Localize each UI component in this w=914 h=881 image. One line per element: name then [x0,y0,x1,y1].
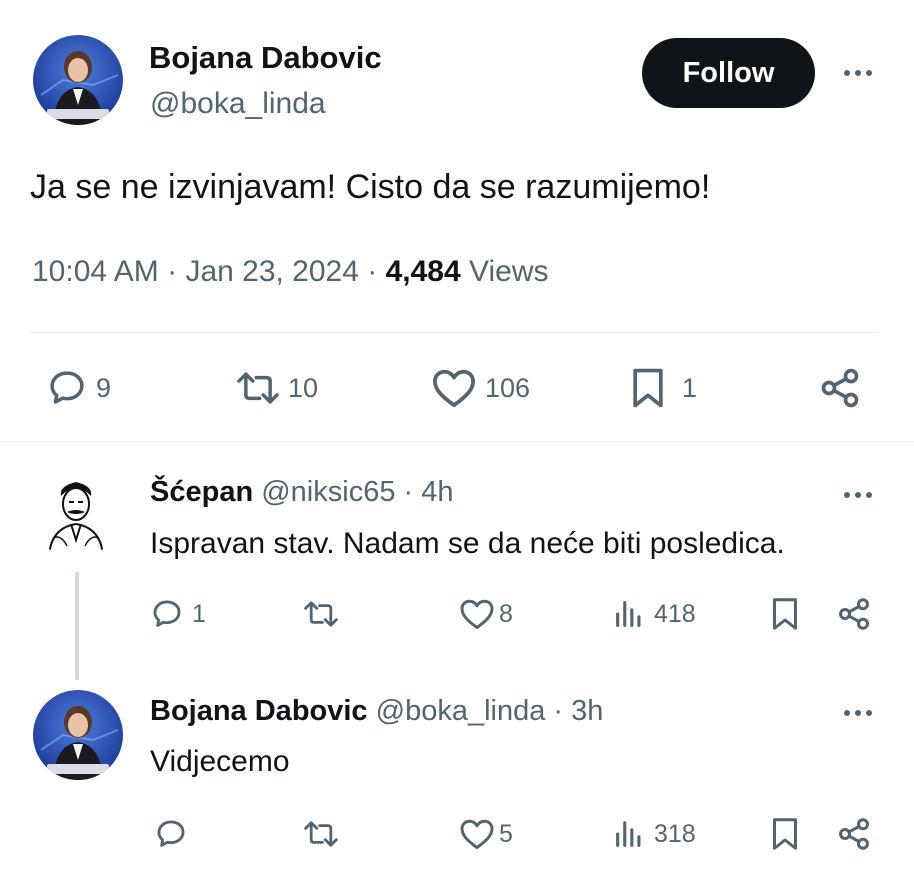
reply-author-handle[interactable]: @boka_linda [376,695,546,727]
author-handle[interactable]: @boka_linda [150,87,326,121]
avatar[interactable] [31,468,121,558]
views-button[interactable]: 318 [612,812,696,856]
more-options-icon[interactable] [838,698,878,728]
reply-icon [46,367,88,409]
bookmark-icon [769,596,801,632]
post-date[interactable]: Jan 23, 2024 [185,255,358,288]
like-count: 5 [499,819,513,848]
repost-button[interactable] [300,812,350,856]
reply-age[interactable]: 4h [421,476,453,508]
views-chart-icon [612,817,646,851]
like-count: 8 [499,599,513,628]
like-button[interactable]: 106 [431,363,530,413]
reply-icon [154,817,188,851]
share-button[interactable] [836,812,872,856]
reply-count: 9 [96,372,112,403]
meta-separator: · [553,695,572,727]
reply-button[interactable]: 1 [150,592,206,636]
views-label: Views [469,255,549,288]
bookmark-button[interactable]: 1 [628,363,697,413]
repost-icon [300,817,342,851]
reply-button[interactable]: 9 [46,363,111,413]
post-time[interactable]: 10:04 AM [32,255,159,288]
bookmark-icon [628,366,668,410]
reply-header: Šćepan @niksic65 · 4h [150,476,454,509]
views-button[interactable]: 418 [612,592,696,636]
like-button[interactable]: 8 [459,592,513,636]
avatar[interactable] [33,35,123,125]
reply-text: Vidjecemo [150,745,290,778]
divider [30,332,878,333]
reply-author-handle[interactable]: @niksic65 [261,476,395,508]
repost-icon [232,367,284,409]
share-icon [836,816,872,852]
heart-icon [431,367,477,409]
views-count: 318 [654,819,696,848]
reply-author-name[interactable]: Bojana Dabovic [150,695,368,727]
views-count: 418 [654,599,696,628]
more-options-icon[interactable] [838,58,878,88]
bookmark-button[interactable] [769,592,801,636]
repost-icon [300,597,342,631]
like-button[interactable]: 5 [459,812,513,856]
share-button[interactable] [836,592,872,636]
more-options-icon[interactable] [838,480,878,510]
author-name[interactable]: Bojana Dabovic [149,40,382,76]
bookmark-button[interactable] [769,812,801,856]
thread-line [75,572,79,680]
bookmark-icon [769,816,801,852]
meta-separator: · [167,255,186,288]
repost-count: 10 [288,372,319,403]
meta-separator: · [403,476,422,508]
reply-text: Ispravan stav. Nadam se da neće biti pos… [150,527,785,560]
post-text: Ja se ne izvinjavam! Cisto da se razumij… [30,168,711,206]
avatar[interactable] [33,690,123,780]
reply-header: Bojana Dabovic @boka_linda · 3h [150,695,603,728]
share-button[interactable] [818,363,862,413]
share-icon [818,366,862,410]
repost-button[interactable] [300,592,350,636]
like-count: 106 [485,372,531,403]
post-meta: 10:04 AM · Jan 23, 2024 · 4,484 Views [32,255,549,289]
reply-count: 1 [192,599,206,628]
views-chart-icon [612,597,646,631]
heart-icon [459,817,495,851]
reply-button[interactable] [154,812,196,856]
views-count: 4,484 [385,255,461,288]
follow-button[interactable]: Follow [642,38,815,108]
reply-icon [150,597,184,631]
bookmark-count: 1 [682,372,698,403]
repost-button[interactable]: 10 [232,363,318,413]
reply-author-name[interactable]: Šćepan [150,476,253,508]
reply-age[interactable]: 3h [571,695,603,727]
heart-icon [459,597,495,631]
meta-separator: · [367,255,386,288]
share-icon [836,596,872,632]
section-divider [0,441,914,442]
